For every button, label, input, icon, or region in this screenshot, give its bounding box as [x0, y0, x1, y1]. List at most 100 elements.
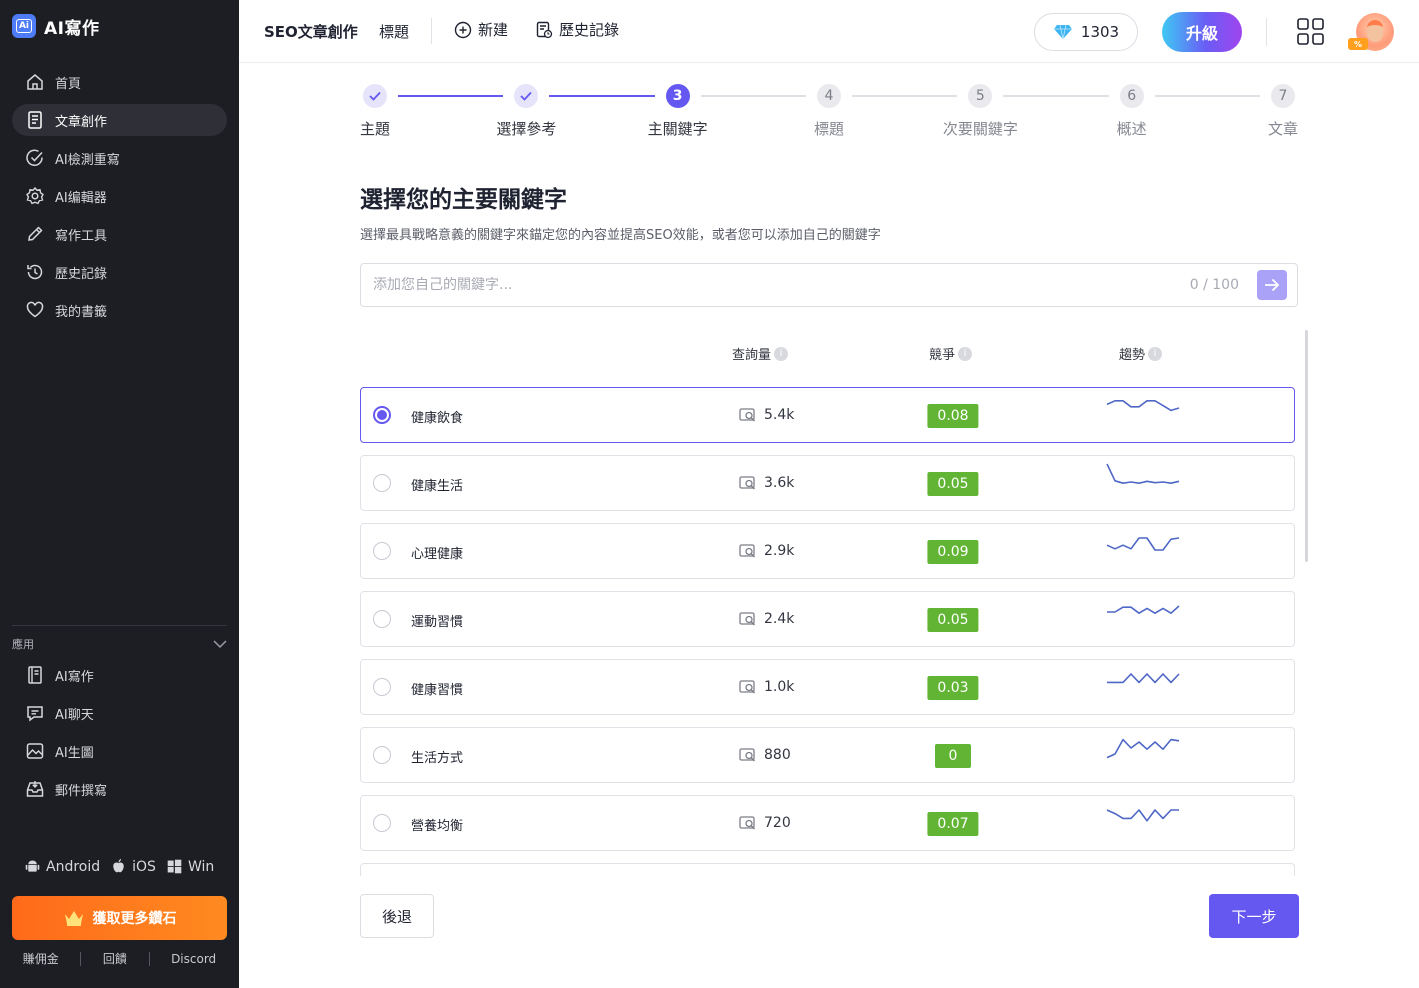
- keyword-row[interactable]: 營養均衡 720 0.07: [360, 795, 1295, 851]
- platform-label: Win: [187, 858, 215, 875]
- search-volume-value: 1.0k: [764, 679, 795, 695]
- sidebar-item[interactable]: 寫作工具: [12, 218, 227, 250]
- crown-icon: [64, 911, 83, 926]
- search-volume-value: 5.4k: [764, 407, 795, 423]
- sidebar-item[interactable]: AI编輯器: [12, 180, 227, 212]
- competition-badge: 0.05: [927, 608, 979, 632]
- history-button[interactable]: 歷史記錄: [535, 19, 619, 40]
- apps-item[interactable]: 郵件撰寫: [12, 773, 227, 805]
- chevron-down-icon: [213, 640, 227, 649]
- sidebar-item[interactable]: 首頁: [12, 66, 227, 98]
- footer-divider: [148, 951, 150, 966]
- keyword-radio[interactable]: [373, 678, 391, 696]
- platform-ios[interactable]: iOS: [110, 858, 156, 875]
- upgrade-button[interactable]: 升級: [1162, 12, 1242, 52]
- sidebar-item[interactable]: 歷史記錄: [12, 256, 227, 288]
- info-icon[interactable]: i: [1148, 346, 1163, 361]
- toolbar-divider: [431, 18, 432, 44]
- diamond-icon: [1053, 24, 1072, 40]
- next-button[interactable]: 下一步: [1209, 894, 1299, 938]
- step-label: 概述: [1116, 120, 1147, 138]
- column-label: 競爭: [929, 348, 956, 363]
- keyword-radio[interactable]: [373, 474, 391, 492]
- search-volume: 2.9k: [739, 543, 794, 559]
- info-icon[interactable]: i: [774, 346, 789, 361]
- apps-section-header[interactable]: 應用: [12, 636, 227, 652]
- page-title: SEO文章創作: [264, 23, 358, 41]
- keyword-row[interactable]: 生活方式 880 0: [360, 727, 1295, 783]
- keyword-row[interactable]: 健康習慣 1.0k 0.03: [360, 659, 1295, 715]
- apps-item-label: AI聊天: [55, 707, 94, 723]
- check-circle-icon: [26, 149, 43, 166]
- keyword-radio[interactable]: [373, 610, 391, 628]
- sidebar-item[interactable]: 文章創作: [12, 104, 227, 136]
- platform-label: iOS: [132, 858, 156, 875]
- stepper-step[interactable]: 選擇參考: [486, 84, 566, 139]
- sidebar-item[interactable]: AI檢測重寫: [12, 142, 227, 174]
- keyword-row[interactable]: 健康生活 3.6k 0.05: [360, 455, 1295, 511]
- search-volume-icon: [739, 748, 755, 762]
- sidebar-item-label: 文章創作: [55, 114, 108, 130]
- apps-grid-icon[interactable]: [1297, 18, 1324, 45]
- keyword-row[interactable]: 健康飲食 5.4k 0.08: [360, 387, 1295, 443]
- apps-item[interactable]: AI聊天: [12, 697, 227, 729]
- trend-sparkline: [1107, 605, 1180, 614]
- stepper-step[interactable]: 主題: [335, 84, 415, 139]
- sidebar: Ai AI寫作 首頁文章創作 AI檢測重寫 AI编輯器寫作工具歷史記錄我的書籤 應用…: [0, 0, 239, 988]
- platform-android[interactable]: Android: [24, 858, 100, 875]
- step-number: 5: [968, 84, 993, 108]
- gem-count: 1303: [1080, 23, 1120, 41]
- app-logo[interactable]: Ai AI寫作: [12, 13, 99, 39]
- apps-item-label: AI寫作: [55, 669, 94, 685]
- apps-item-label: AI生圖: [55, 745, 94, 761]
- keyword-radio[interactable]: [373, 542, 391, 560]
- keyword-row[interactable]: 心理健康 2.9k 0.09: [360, 523, 1295, 579]
- add-keyword-button[interactable]: [1257, 270, 1287, 300]
- sidebar-divider: [12, 625, 227, 626]
- new-button[interactable]: 新建: [454, 19, 508, 40]
- keyword-radio[interactable]: [373, 746, 391, 764]
- history-doc-icon: [536, 21, 553, 38]
- avatar[interactable]: %: [1348, 13, 1394, 51]
- trend-line: [1106, 400, 1180, 412]
- keyword-row[interactable]: 運動習慣 2.4k 0.05: [360, 591, 1295, 647]
- avatar-face: [1367, 20, 1383, 42]
- get-more-gems-button[interactable]: 獲取更多鑽石: [12, 896, 227, 940]
- competition-badge: 0.08: [927, 404, 979, 428]
- apps-nav: AI寫作 AI聊天 AI生圖郵件撰寫: [12, 659, 227, 811]
- keyword-radio[interactable]: [373, 814, 391, 832]
- keyword-text: 健康生活: [411, 479, 464, 494]
- trend-sparkline: [1106, 738, 1180, 759]
- column-header-volume: 查詢量 i: [732, 344, 789, 363]
- search-volume-value: 2.4k: [764, 611, 795, 627]
- discount-badge: %: [1348, 38, 1368, 50]
- notebook-icon: [28, 666, 42, 684]
- step-label: 標題: [813, 120, 844, 138]
- apps-item[interactable]: AI寫作: [12, 659, 227, 691]
- sidebar-item[interactable]: 我的書籤: [12, 294, 227, 326]
- stepper-step: 3 主關鍵字: [638, 84, 718, 139]
- info-icon[interactable]: i: [958, 346, 973, 361]
- keyword-row-partial[interactable]: [360, 863, 1295, 876]
- step-label: 次要關鍵字: [942, 120, 1018, 138]
- keyword-radio[interactable]: [373, 406, 391, 424]
- apps-item[interactable]: AI生圖: [12, 735, 227, 767]
- section-heading: 選擇您的主要關鍵字: [360, 187, 567, 213]
- footer-link-commission[interactable]: 賺佣金: [23, 950, 59, 967]
- image-icon: [26, 743, 44, 759]
- new-button-label: 新建: [478, 21, 509, 39]
- scrollbar[interactable]: [1305, 330, 1308, 562]
- gem-balance[interactable]: 1303: [1034, 13, 1138, 51]
- pencil-icon: [28, 226, 43, 241]
- keyword-input[interactable]: [373, 277, 1190, 293]
- back-button[interactable]: 後退: [360, 894, 434, 938]
- stepper-step: 7 文章: [1243, 84, 1323, 139]
- keyword-text: 生活方式: [411, 751, 464, 766]
- footer-link-discord[interactable]: Discord: [171, 952, 216, 966]
- column-label: 趨勢: [1119, 348, 1146, 363]
- footer-link-feedback[interactable]: 回饋: [103, 950, 127, 967]
- page-subtitle: 標題: [379, 23, 410, 41]
- platform-windows[interactable]: Win: [166, 858, 214, 875]
- search-volume: 5.4k: [739, 407, 794, 423]
- check-icon: [363, 84, 387, 108]
